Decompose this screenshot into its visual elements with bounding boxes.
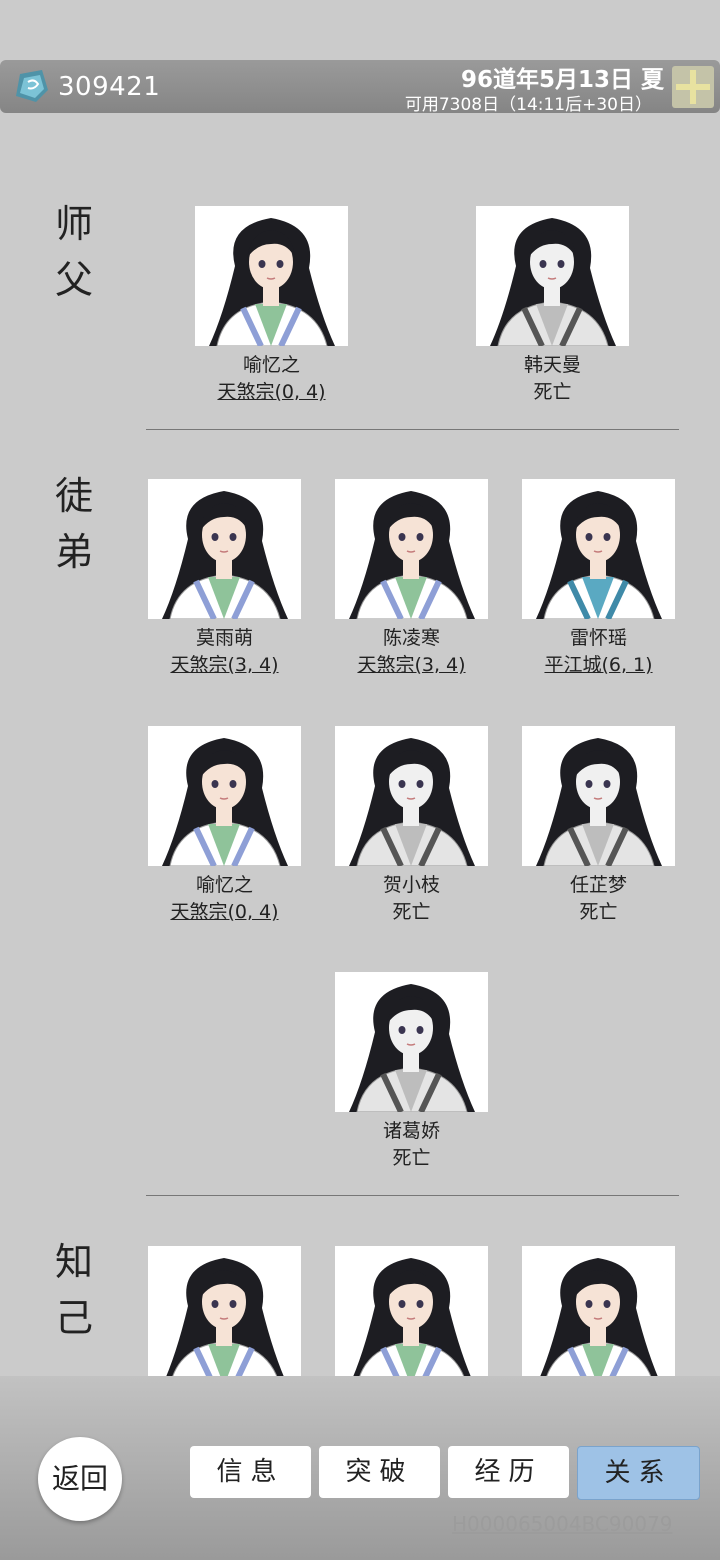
available-days: 可用7308日（14:11后+30日） [404,95,652,115]
spirit-stone-icon [14,68,50,104]
character-portrait [335,479,488,619]
confidant-card[interactable] [522,1246,675,1386]
character-name: 雷怀瑶 [569,627,627,649]
character-location-link[interactable]: 天煞宗(0, 4) [148,899,301,926]
character-location-link[interactable]: 天煞宗(3, 4) [335,652,488,679]
character-portrait [522,1246,675,1386]
disciple-card[interactable]: 喻忆之 天煞宗(0, 4) [148,726,301,926]
plus-icon[interactable] [672,66,714,108]
character-status: 死亡 [392,901,431,923]
character-name: 贺小枝 [382,874,440,896]
character-status: 死亡 [579,901,618,923]
character-name: 莫雨萌 [195,627,253,649]
confidant-card[interactable] [148,1246,301,1386]
character-name: 喻忆之 [195,874,253,896]
character-name: 陈凌寒 [382,627,440,649]
disciple-card[interactable]: 任芷梦 死亡 [522,726,675,926]
disciple-card[interactable]: 莫雨萌 天煞宗(3, 4) [148,479,301,679]
character-name: 喻忆之 [242,354,300,376]
character-portrait [522,479,675,619]
character-portrait [335,726,488,866]
character-name: 任芷梦 [569,874,627,896]
character-portrait [335,972,488,1112]
character-location-link[interactable]: 天煞宗(0, 4) [195,379,348,406]
tab-info[interactable]: 信息 [190,1446,311,1498]
character-portrait [148,1246,301,1386]
character-portrait [148,479,301,619]
confidant-card[interactable] [335,1246,488,1386]
character-location-link[interactable]: 天煞宗(3, 4) [148,652,301,679]
character-portrait [195,206,348,346]
disciple-card[interactable]: 贺小枝 死亡 [335,726,488,926]
character-portrait [148,726,301,866]
tab-breakthrough[interactable]: 突破 [319,1446,440,1498]
character-name: 诸葛娇 [382,1120,440,1142]
character-location-link[interactable]: 平江城(6, 1) [522,652,675,679]
character-portrait [476,206,629,346]
section-divider [146,1195,679,1196]
player-id: H000065004BC90079 [452,1512,673,1536]
currency-amount: 309421 [58,72,161,102]
section-label-master: 师 父 [54,202,93,302]
character-status: 死亡 [533,381,572,403]
character-portrait [522,726,675,866]
master-card[interactable]: 喻忆之 天煞宗(0, 4) [195,206,348,406]
character-status: 死亡 [392,1147,431,1169]
character-portrait [335,1246,488,1386]
section-divider [146,429,679,430]
game-date: 96道年5月13日 夏 [460,67,664,93]
tab-history[interactable]: 经历 [448,1446,569,1498]
section-label-confidants: 知 己 [54,1240,93,1340]
master-card[interactable]: 韩天曼 死亡 [476,206,629,406]
disciple-card[interactable]: 雷怀瑶 平江城(6, 1) [522,479,675,679]
disciple-card[interactable]: 陈凌寒 天煞宗(3, 4) [335,479,488,679]
tab-relations[interactable]: 关系 [577,1446,700,1500]
back-button[interactable]: 返回 [38,1437,122,1521]
disciple-card[interactable]: 诸葛娇 死亡 [335,972,488,1172]
character-name: 韩天曼 [523,354,581,376]
section-label-disciples: 徒 弟 [54,474,93,574]
